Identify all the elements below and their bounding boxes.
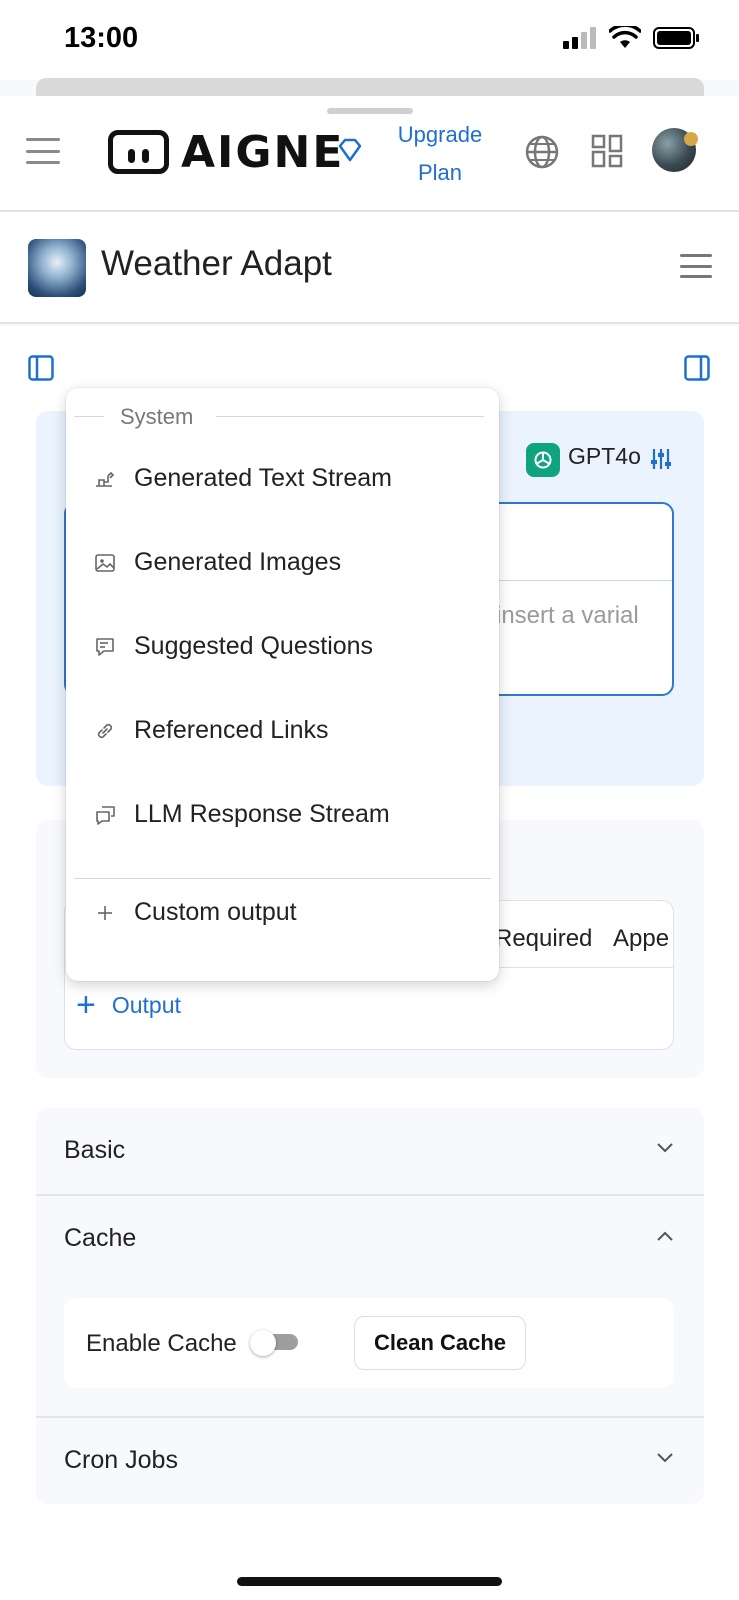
cache-label: Cache xyxy=(64,1224,137,1252)
accordion-cron-jobs[interactable]: Cron Jobs xyxy=(36,1418,704,1504)
dropdown-item-suggested-questions[interactable]: Suggested Questions xyxy=(66,604,499,690)
dropdown-item-label: Custom output xyxy=(134,898,297,926)
model-settings-icon[interactable] xyxy=(650,447,672,471)
openai-icon xyxy=(526,443,560,477)
signal-icon xyxy=(563,27,596,49)
right-panel-toggle-icon[interactable] xyxy=(684,355,710,381)
drag-handle[interactable] xyxy=(327,108,413,114)
basic-label: Basic xyxy=(64,1136,126,1164)
dropdown-section-header: System xyxy=(74,402,491,430)
globe-icon[interactable] xyxy=(524,134,560,170)
dropdown-item-label: Referenced Links xyxy=(134,716,329,744)
diamond-icon xyxy=(338,138,362,162)
status-bar: 13:00 xyxy=(0,0,739,80)
prompt-placeholder: insert a varial xyxy=(496,602,639,629)
app-header: Weather Adapt xyxy=(0,212,739,324)
cache-settings: Enable Cache Clean Cache xyxy=(64,1298,674,1388)
main-menu-button[interactable] xyxy=(26,138,60,164)
plus-icon xyxy=(98,906,112,920)
left-panel-toggle-icon[interactable] xyxy=(28,355,54,381)
chevron-down-icon xyxy=(657,1143,673,1153)
status-time: 13:00 xyxy=(64,22,139,54)
browser-tab-strip xyxy=(36,78,704,96)
chevron-down-icon xyxy=(657,1453,673,1463)
battery-icon xyxy=(653,27,699,49)
add-output-button[interactable]: + Output xyxy=(76,986,181,1024)
status-icons xyxy=(563,26,701,50)
logo-text: AIGNE xyxy=(181,127,345,178)
enable-cache-label: Enable Cache xyxy=(86,1330,237,1357)
bottom-safe-area xyxy=(0,1540,739,1600)
image-icon xyxy=(95,554,115,572)
app-thumbnail xyxy=(28,239,86,297)
model-name[interactable]: GPT4o xyxy=(568,443,641,470)
dropdown-item-label: Generated Images xyxy=(134,548,342,576)
apps-grid-icon[interactable] xyxy=(591,134,623,168)
dropdown-item-label: Generated Text Stream xyxy=(134,464,393,492)
add-output-label: Output xyxy=(111,991,181,1018)
column-appearance: Appe xyxy=(613,925,670,952)
app-title: Weather Adapt xyxy=(101,244,332,283)
suggest-question-icon xyxy=(96,638,114,656)
dropdown-item-label: Suggested Questions xyxy=(134,632,374,660)
dropdown-item-llm-response-stream[interactable]: LLM Response Stream xyxy=(66,772,499,858)
chevron-up-icon xyxy=(657,1231,673,1241)
dropdown-item-generated-text-stream[interactable]: Generated Text Stream xyxy=(66,436,499,522)
section-label-system: System xyxy=(120,404,194,429)
llm-stream-icon xyxy=(96,806,115,825)
dropdown-item-label: LLM Response Stream xyxy=(134,800,390,828)
cron-jobs-label: Cron Jobs xyxy=(64,1446,178,1474)
upgrade-line-1: Upgrade xyxy=(397,122,483,147)
home-indicator[interactable] xyxy=(237,1577,502,1586)
app-menu-button[interactable] xyxy=(680,254,712,278)
column-required: Required xyxy=(495,925,593,952)
accordion-basic[interactable]: Basic xyxy=(36,1108,704,1194)
aigne-logo-icon xyxy=(108,130,169,174)
upgrade-line-2: Plan xyxy=(417,160,463,185)
upgrade-plan-link[interactable]: Upgrade Plan xyxy=(384,116,496,192)
text-stream-icon xyxy=(96,471,115,487)
output-type-dropdown: System Generated Text Stream Generated I… xyxy=(66,388,499,981)
accordion-cache[interactable]: Cache xyxy=(36,1196,704,1282)
user-avatar[interactable] xyxy=(652,128,698,172)
dropdown-item-generated-images[interactable]: Generated Images xyxy=(66,520,499,606)
dropdown-item-referenced-links[interactable]: Referenced Links xyxy=(66,688,499,774)
enable-cache-toggle[interactable] xyxy=(250,1330,298,1356)
clean-cache-button[interactable]: Clean Cache xyxy=(354,1316,526,1370)
wifi-icon xyxy=(609,26,641,48)
settings-accordion: Basic Cache Enable Cache Clean Cache Cro… xyxy=(36,1108,704,1504)
top-header: AIGNE Upgrade Plan xyxy=(0,96,739,212)
link-icon xyxy=(97,723,113,739)
avatar-badge xyxy=(684,132,698,146)
dropdown-item-custom-output[interactable]: Custom output xyxy=(66,870,499,956)
plus-icon: + xyxy=(76,986,96,1024)
